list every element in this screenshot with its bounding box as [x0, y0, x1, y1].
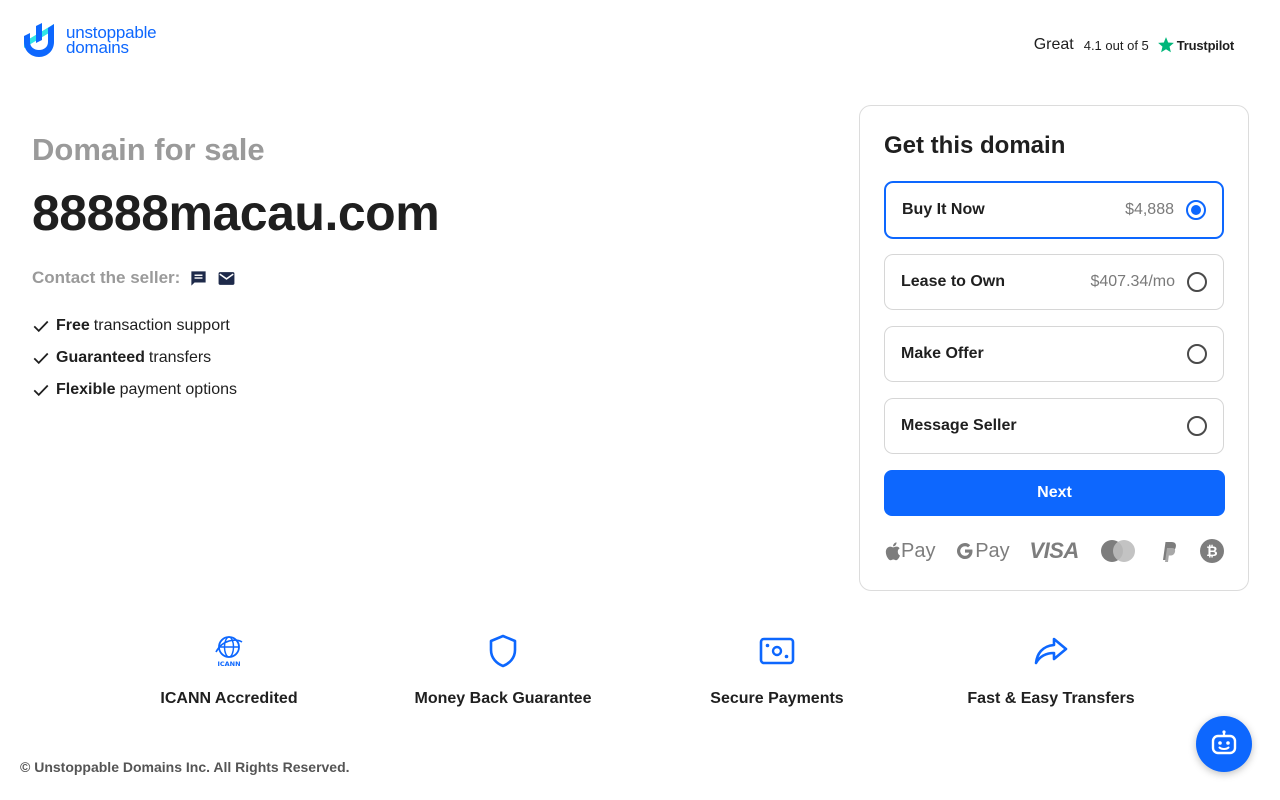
rating-label: Great — [1033, 36, 1074, 53]
badge-label: Money Back Guarantee — [414, 690, 592, 707]
icann-icon: ICANN — [215, 636, 243, 668]
chat-assistant-button[interactable] — [1196, 716, 1252, 772]
option-price: $407.34/mo — [1090, 273, 1175, 290]
star-icon — [1157, 37, 1174, 53]
chatbot-icon — [1211, 730, 1237, 755]
option-price: $4,888 — [1125, 201, 1174, 218]
mastercard-icon — [1100, 540, 1135, 562]
svg-text:₿: ₿ — [1206, 544, 1217, 560]
check-icon — [33, 352, 49, 365]
badge-label: Secure Payments — [710, 690, 844, 707]
bitcoin-icon: ₿ — [1199, 539, 1224, 563]
listing-kicker: Domain for sale — [32, 132, 265, 167]
contact-label: Contact the seller: — [32, 268, 181, 287]
chat-icon[interactable] — [189, 269, 208, 288]
rating-provider: Trustpilot — [1176, 37, 1234, 53]
option-lease-to-own[interactable]: Lease to Own $407.34/mo — [884, 254, 1224, 310]
feature-bold: Flexible — [56, 381, 116, 398]
option-label: Make Offer — [901, 345, 984, 362]
badge-label: Fast & Easy Transfers — [967, 690, 1135, 707]
feature-list: Free transaction support Guaranteed tran… — [32, 310, 439, 406]
option-label: Buy It Now — [902, 201, 985, 218]
brand-line2: domains — [66, 38, 129, 57]
google-pay: Pay — [955, 539, 1010, 563]
apple-pay-label: Pay — [901, 539, 936, 562]
domain-name: 88888macau.com — [32, 185, 440, 241]
option-buy-it-now[interactable]: Buy It Now $4,888 — [884, 181, 1224, 239]
payment-icon — [759, 637, 795, 665]
apple-icon — [885, 542, 900, 561]
mail-icon[interactable] — [217, 269, 236, 288]
card-title: Get this domain — [884, 132, 1066, 159]
radio-button-selected[interactable] — [1186, 200, 1206, 220]
listing-section: Domain for sale 88888macau.com Contact t… — [32, 132, 440, 406]
check-icon — [33, 320, 49, 333]
radio-button[interactable] — [1187, 416, 1207, 436]
payment-methods: Pay Pay VISA ₿ — [884, 538, 1224, 564]
radio-button[interactable] — [1187, 344, 1207, 364]
option-label: Lease to Own — [901, 273, 1006, 290]
feature-text: payment options — [119, 381, 237, 398]
feature-item: Flexible payment options — [32, 374, 439, 406]
contact-seller: Contact the seller: — [32, 268, 439, 288]
trustpilot-rating[interactable]: Great 4.1 out of 5 Trustpilot — [1034, 36, 1234, 54]
shield-icon — [489, 634, 517, 668]
feature-text: transfers — [148, 349, 212, 366]
feature-bold: Guaranteed — [56, 349, 145, 366]
badge-secure-payments: Secure Payments — [640, 632, 914, 708]
option-make-offer[interactable]: Make Offer — [884, 326, 1224, 382]
purchase-card: Get this domain Buy It Now $4,888 Lease … — [859, 105, 1249, 591]
unstoppable-logo-icon — [24, 23, 54, 57]
paypal-icon — [1163, 542, 1177, 562]
trust-badges: ICANN ICANN Accredited Money Back Guaran… — [92, 632, 1188, 708]
feature-bold: Free — [56, 317, 90, 334]
rating-score: 4.1 out of 5 — [1083, 37, 1149, 53]
badge-label: ICANN Accredited — [160, 690, 298, 707]
next-button[interactable]: Next — [884, 470, 1225, 516]
badge-fast-transfers: Fast & Easy Transfers — [914, 632, 1188, 708]
check-icon — [33, 384, 49, 397]
apple-pay: Pay — [884, 540, 935, 563]
footer-copyright: © Unstoppable Domains Inc. All Rights Re… — [20, 759, 350, 775]
badge-money-back: Money Back Guarantee — [366, 632, 640, 708]
feature-item: Free transaction support — [32, 310, 439, 342]
feature-item: Guaranteed transfers — [32, 342, 439, 374]
google-pay-label: Pay — [975, 539, 1010, 562]
share-arrow-icon — [1034, 637, 1068, 665]
radio-button[interactable] — [1187, 272, 1207, 292]
option-message-seller[interactable]: Message Seller — [884, 398, 1224, 454]
icann-icon-text: ICANN — [217, 660, 240, 668]
badge-icann: ICANN ICANN Accredited — [92, 632, 366, 708]
option-label: Message Seller — [901, 417, 1017, 434]
google-icon — [957, 543, 973, 559]
brand-logo[interactable]: unstoppable domains — [20, 22, 157, 58]
visa-logo: VISA — [1029, 538, 1079, 563]
brand-name: unstoppable domains — [66, 24, 157, 57]
feature-text: transaction support — [93, 317, 230, 334]
